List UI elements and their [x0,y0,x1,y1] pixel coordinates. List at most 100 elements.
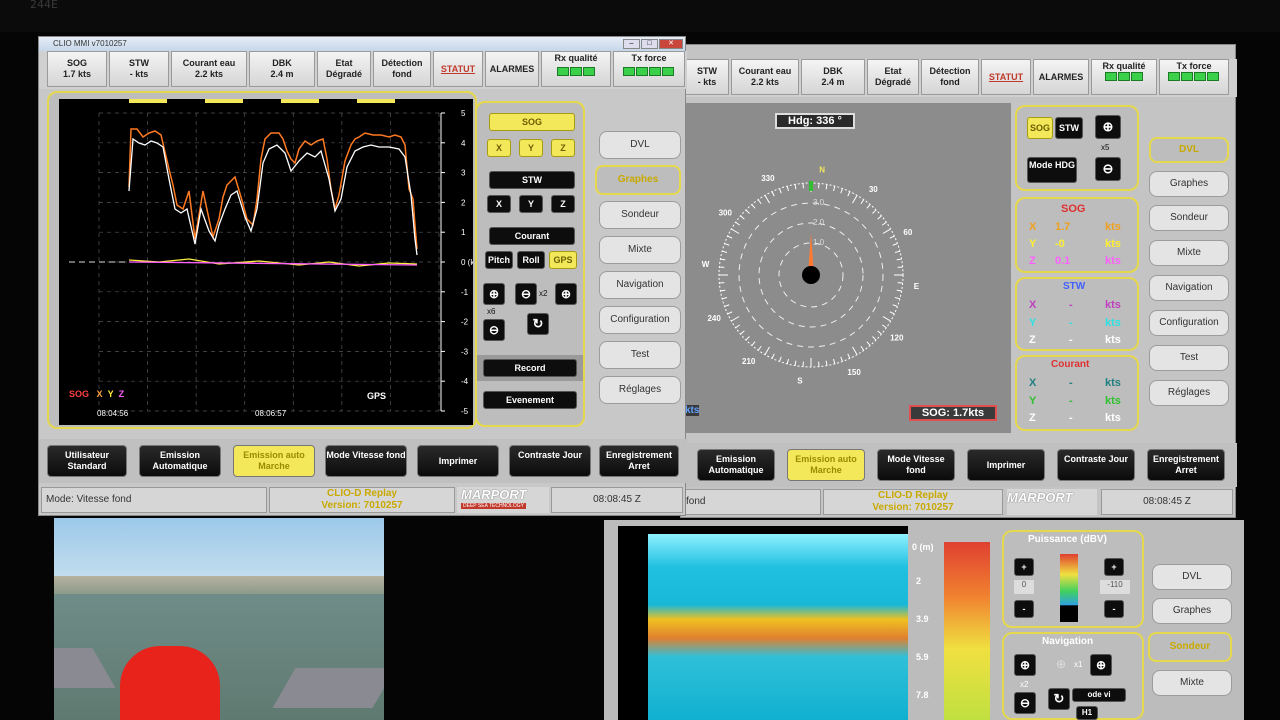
unit-label: kts [1105,255,1121,267]
status-statut[interactable]: STATUT [433,51,483,87]
right-status-stw[interactable]: STW - kts [685,59,729,95]
zoom-in-icon[interactable]: ⊕ [483,283,505,305]
puissance-value[interactable]: 0 [1014,580,1034,594]
gain-minus-button[interactable]: - [1104,600,1124,618]
roll-button[interactable]: Roll [517,251,545,269]
right-status-dbk[interactable]: DBK 2.4 m [801,59,865,95]
refresh-icon[interactable]: ↻ [1048,688,1070,710]
tab-navigation[interactable]: Navigation [599,271,681,299]
emission-automatique-button[interactable]: Emission Automatique [139,445,221,477]
sog-x-button[interactable]: X [487,139,511,157]
pitch-button[interactable]: Pitch [485,251,513,269]
enregistrement-arret-button[interactable]: Enregistrement Arret [599,445,679,477]
stw-toggle-button[interactable]: STW [1055,117,1083,139]
right-status-etat[interactable]: Etat Dégradé [867,59,919,95]
tab-mixte[interactable]: Mixte [1149,240,1229,266]
enregistrement-arret-button[interactable]: Enregistrement Arret [1147,449,1225,481]
stw-y-button[interactable]: Y [519,195,543,213]
emission-auto-marche-button[interactable]: Emission auto Marche [787,449,865,481]
zoom-out-icon[interactable]: ⊖ [1014,692,1036,714]
status-rx-qualite[interactable]: Rx qualité [541,51,611,87]
record-button[interactable]: Record [483,359,577,377]
emission-auto-marche-button[interactable]: Emission auto Marche [233,445,315,477]
time-zoom-in-icon[interactable]: ⊕ [555,283,577,305]
status-dbk[interactable]: DBK 2.4 m [249,51,315,87]
compass-tick [833,358,836,364]
cur-y-row: Y - kts [1029,395,1129,407]
emission-automatique-button[interactable]: Emission Automatique [697,449,775,481]
status-stw[interactable]: STW - kts [109,51,169,87]
mode-vitesse-fond-button[interactable]: Mode Vitesse fond [877,449,955,481]
sog-toggle-button[interactable]: SOG [1027,117,1053,139]
compass-tick [735,324,741,329]
sog-y-button[interactable]: Y [519,139,543,157]
gain-plus-button[interactable]: + [1104,558,1124,576]
tab-mixte[interactable]: Mixte [1152,670,1232,696]
tab-navigation[interactable]: Navigation [1149,275,1229,301]
sog-z-button[interactable]: Z [551,139,575,157]
status-etat[interactable]: Etat Dégradé [317,51,371,87]
status-detection[interactable]: Détection fond [373,51,431,87]
right-status-alarmes[interactable]: ALARMES [1033,59,1089,95]
right-status-statut[interactable]: STATUT [981,59,1031,95]
tab-sondeur[interactable]: Sondeur [599,201,681,229]
close-icon[interactable]: ✕ [659,39,683,49]
tab-test[interactable]: Test [599,341,681,369]
right-status-detection[interactable]: Détection fond [921,59,979,95]
tab-sondeur[interactable]: Sondeur [1148,632,1232,662]
stw-x-button[interactable]: X [487,195,511,213]
zoom-out-icon[interactable]: ⊖ [483,319,505,341]
y-tick-label: -5 [461,407,469,416]
tab-graphes[interactable]: Graphes [595,165,681,195]
maximize-icon[interactable]: □ [641,39,658,49]
tab-reglages[interactable]: Réglages [1149,380,1229,406]
contraste-jour-button[interactable]: Contraste Jour [509,445,591,477]
tab-mixte[interactable]: Mixte [599,236,681,264]
tab-configuration[interactable]: Configuration [1149,310,1229,336]
stw-z-button[interactable]: Z [551,195,575,213]
gain-value[interactable]: -110 [1100,580,1130,594]
sog-series-button[interactable]: SOG [489,113,575,131]
status-sog[interactable]: SOG 1.7 kts [47,51,107,87]
zoom-in-icon[interactable]: ⊕ [1095,115,1121,139]
status-courant[interactable]: Courant eau 2.2 kts [171,51,247,87]
marport-logo: MARPORT DEEP SEA TECHNOLOGY [457,487,549,513]
puissance-plus-button[interactable]: + [1014,558,1034,576]
imprimer-button[interactable]: Imprimer [967,449,1045,481]
puissance-minus-button[interactable]: - [1014,600,1034,618]
compass-label: 120 [890,333,904,342]
tab-dvl[interactable]: DVL [599,131,681,159]
minimize-icon[interactable]: – [623,39,640,49]
courant-series-button[interactable]: Courant [489,227,575,245]
tab-test[interactable]: Test [1149,345,1229,371]
refresh-icon[interactable]: ↻ [527,313,549,335]
tab-reglages[interactable]: Réglages [599,376,681,404]
tab-dvl[interactable]: DVL [1149,137,1229,163]
status-alarmes[interactable]: ALARMES [485,51,539,87]
gps-button[interactable]: GPS [549,251,577,269]
right-status-courant[interactable]: Courant eau 2.2 kts [731,59,799,95]
mode-vitesse-fond-button[interactable]: Mode Vitesse fond [325,445,407,477]
evenement-button[interactable]: Evenement [483,391,577,409]
h1-button[interactable]: H1 [1076,706,1098,720]
time-zoom-out-icon[interactable]: ⊖ [515,283,537,305]
right-status-tx[interactable]: Tx force [1159,59,1229,95]
contraste-jour-button[interactable]: Contraste Jour [1057,449,1135,481]
stw-series-button[interactable]: STW [489,171,575,189]
tab-configuration[interactable]: Configuration [599,306,681,334]
tab-dvl[interactable]: DVL [1152,564,1232,590]
status-tx-force[interactable]: Tx force [613,51,685,87]
tab-sondeur[interactable]: Sondeur [1149,205,1229,231]
utilisateur-standard-button[interactable]: Utilisateur Standard [47,445,127,477]
sog-trace [128,137,418,256]
mode-button[interactable]: ode vi [1072,688,1126,702]
zoom-in-icon[interactable]: ⊕ [1014,654,1036,676]
zoom-in-right-icon[interactable]: ⊕ [1090,654,1112,676]
imprimer-button[interactable]: Imprimer [417,445,499,477]
zoom-out-icon[interactable]: ⊖ [1095,157,1121,181]
mode-hdg-button[interactable]: Mode HDG [1027,157,1077,183]
compass-label: 30 [869,185,878,194]
tab-graphes[interactable]: Graphes [1152,598,1232,624]
right-status-rx[interactable]: Rx qualité [1091,59,1157,95]
tab-graphes[interactable]: Graphes [1149,171,1229,197]
